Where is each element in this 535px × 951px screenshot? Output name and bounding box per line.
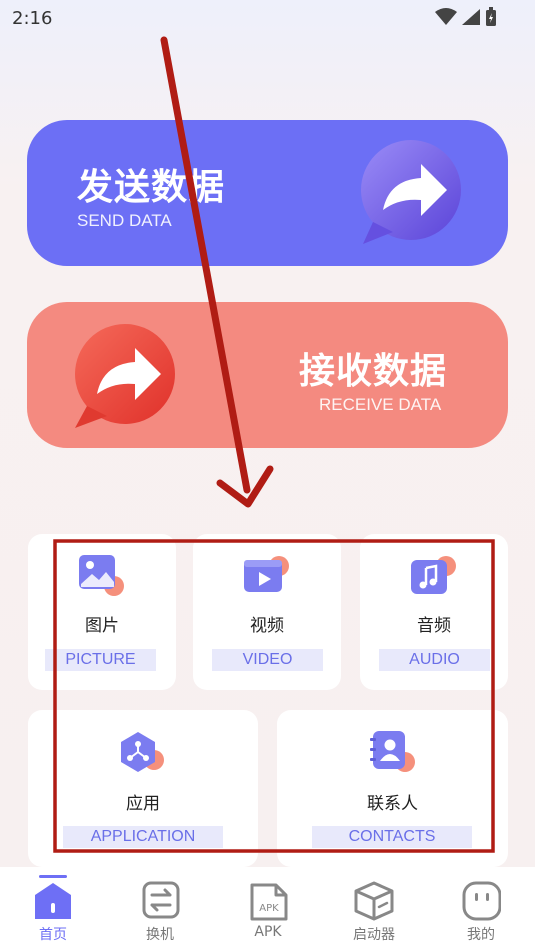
profile-icon [462, 881, 501, 921]
nav-item-home[interactable]: 首页 [13, 867, 93, 951]
category-application[interactable]: 应用 APPLICATION [28, 710, 258, 867]
category-en-label: AUDIO [379, 649, 490, 671]
nav-label: 启动器 [353, 927, 395, 943]
annotation-arrow-head [216, 465, 274, 508]
music-icon [411, 556, 456, 594]
send-data-card[interactable]: 发送数据 SEND DATA [27, 120, 508, 266]
receive-bubble-icon [75, 324, 175, 428]
video-icon [244, 556, 289, 592]
nav-item-switch[interactable]: 换机 [120, 867, 200, 951]
nav-label: 换机 [146, 927, 174, 943]
send-data-subtitle: SEND DATA [77, 211, 172, 230]
category-en-label: PICTURE [45, 649, 156, 671]
status-time: 2:16 [12, 8, 53, 29]
receive-data-card[interactable]: 接收数据 RECEIVE DATA [27, 302, 508, 448]
receive-data-title: 接收数据 [299, 351, 448, 392]
category-label: 视频 [250, 616, 284, 636]
apk-badge-text: APK [259, 903, 279, 914]
category-en-label: CONTACTS [312, 826, 472, 848]
status-icons [435, 7, 497, 27]
category-label: 联系人 [367, 794, 418, 814]
status-bar: 2:16 [0, 0, 535, 38]
battery-icon [486, 7, 496, 26]
nav-label: 首页 [39, 927, 67, 943]
send-data-title: 发送数据 [77, 167, 226, 208]
category-audio[interactable]: 音频 AUDIO [360, 534, 508, 690]
switch-icon [142, 881, 180, 919]
bottom-nav: 首页 换机 APK APK 启动器 我的 [0, 867, 535, 951]
category-en-label: APPLICATION [63, 826, 223, 848]
receive-data-subtitle: RECEIVE DATA [319, 395, 442, 414]
wifi-icon [435, 8, 457, 25]
nav-item-profile[interactable]: 我的 [441, 867, 521, 951]
apk-icon: APK [250, 883, 288, 921]
image-icon [79, 555, 124, 596]
box-icon [354, 881, 394, 921]
app-icon [121, 732, 164, 772]
contacts-icon [370, 731, 415, 772]
nav-label: APK [254, 924, 282, 940]
nav-label: 我的 [467, 927, 495, 943]
nav-item-launcher[interactable]: 启动器 [334, 867, 414, 951]
send-bubble-icon [361, 140, 461, 244]
home-icon [35, 875, 71, 919]
category-video[interactable]: 视频 VIDEO [193, 534, 341, 690]
category-label: 图片 [85, 616, 119, 636]
signal-icon [462, 9, 480, 25]
category-contacts[interactable]: 联系人 CONTACTS [277, 710, 508, 867]
category-picture[interactable]: 图片 PICTURE [28, 534, 176, 690]
category-label: 音频 [417, 616, 451, 636]
category-label: 应用 [126, 794, 160, 814]
nav-item-apk[interactable]: APK APK [228, 867, 308, 951]
category-en-label: VIDEO [212, 649, 323, 671]
